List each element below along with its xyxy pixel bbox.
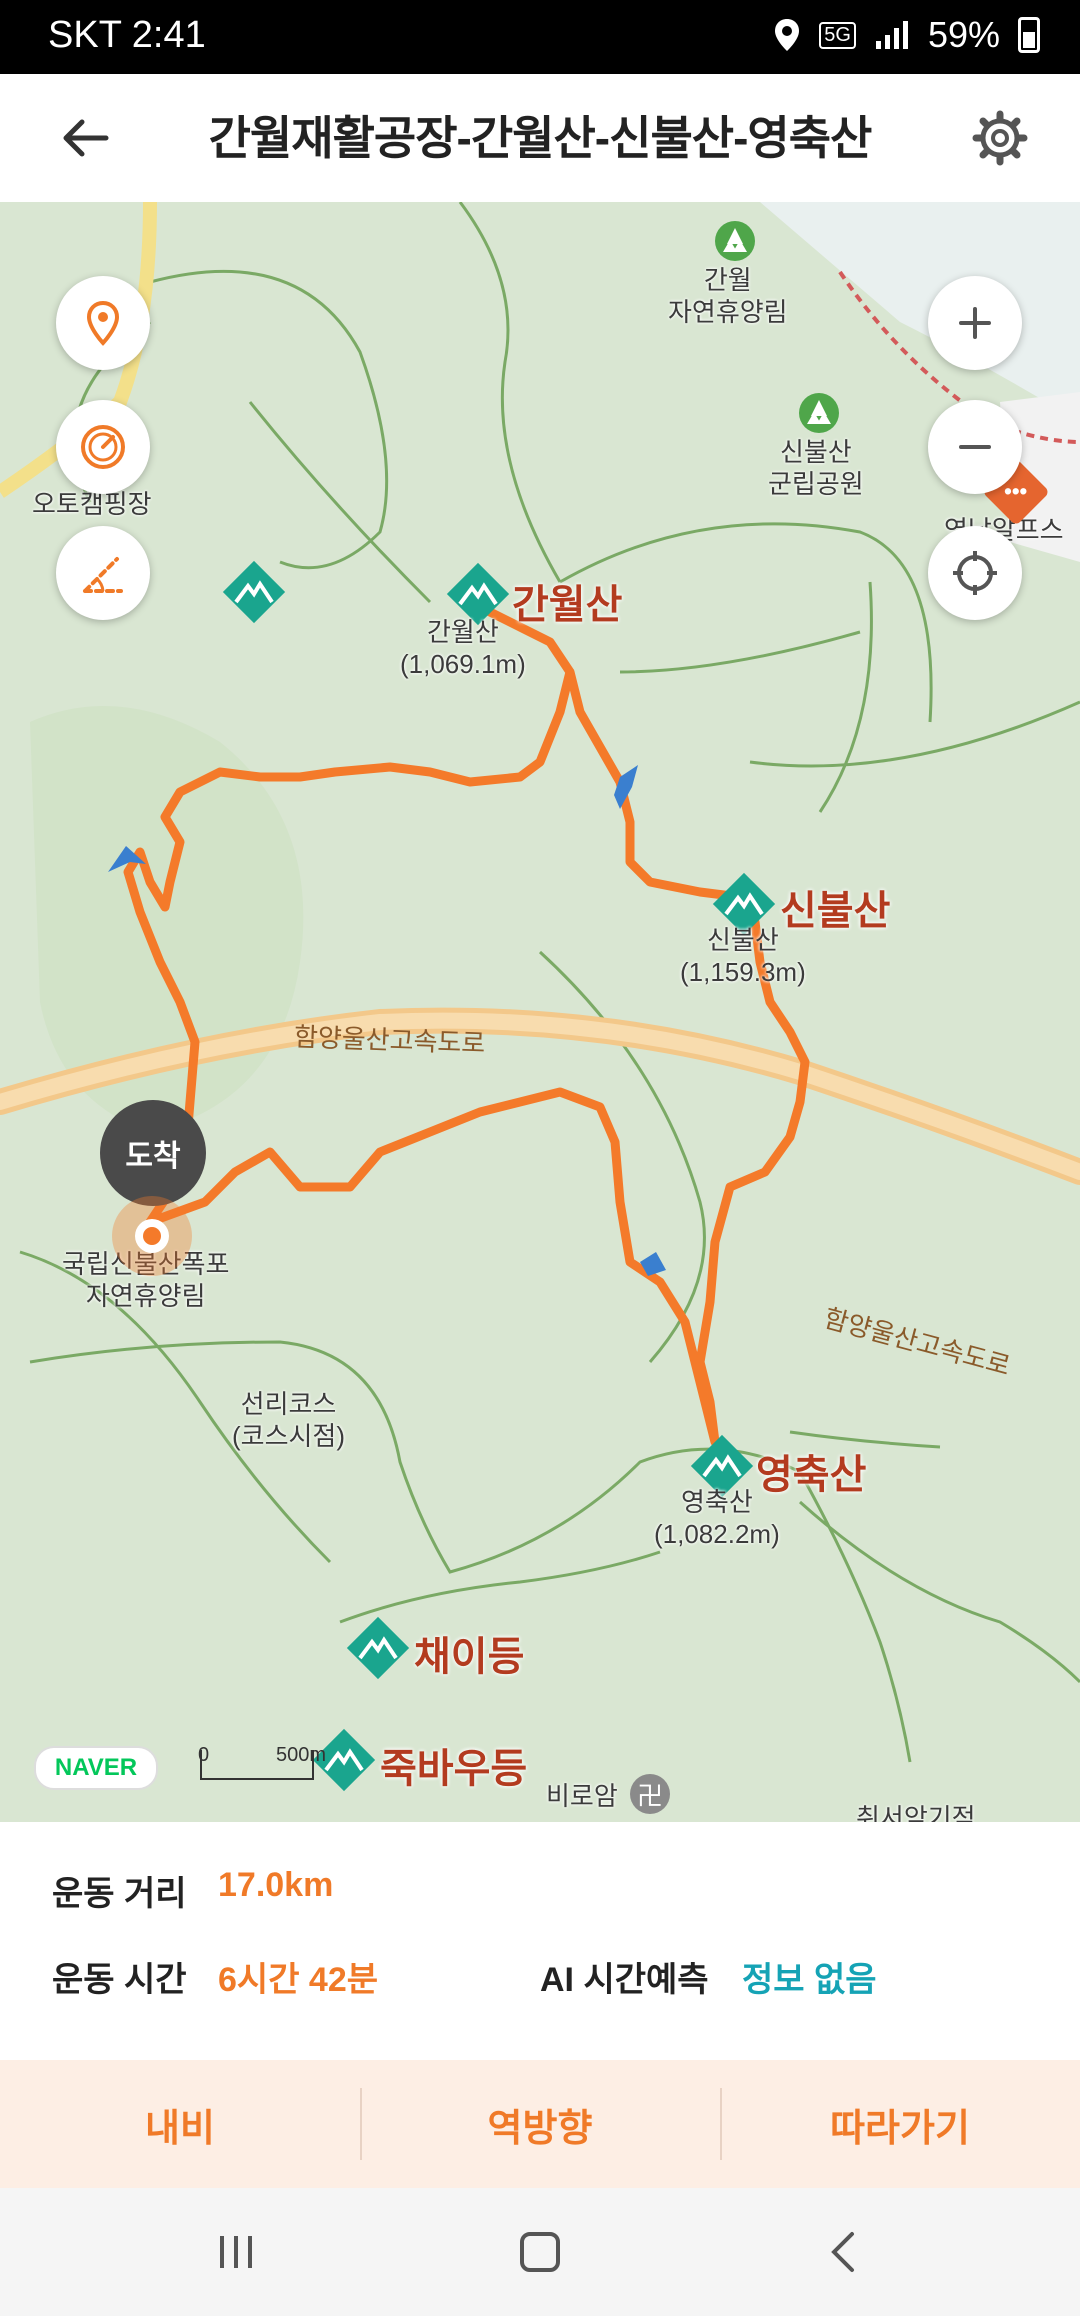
reverse-button[interactable]: 역방향 bbox=[360, 2060, 720, 2188]
speedometer-icon bbox=[81, 425, 125, 469]
peak-sub-sinbulsan: 신불산 (1,159.3m) bbox=[680, 925, 806, 987]
forest-icon bbox=[799, 393, 839, 433]
battery-percent: 59% bbox=[927, 14, 1000, 55]
location-pin-icon bbox=[86, 300, 120, 346]
slope-icon bbox=[83, 557, 123, 593]
forest-icon bbox=[715, 221, 755, 261]
arrival-badge: 도착 bbox=[100, 1100, 206, 1206]
naver-logo: NAVER bbox=[34, 1746, 158, 1790]
time-value: 6시간 42분 bbox=[218, 1961, 379, 1999]
crosshair-icon bbox=[953, 551, 997, 595]
plus-icon bbox=[959, 307, 991, 339]
current-location-button[interactable] bbox=[928, 526, 1022, 620]
arrival-point-icon[interactable] bbox=[112, 1196, 192, 1276]
ai-time-label: AI 시간예측 bbox=[540, 1961, 709, 1999]
mountain-marker-icon[interactable] bbox=[222, 560, 286, 624]
recent-apps-icon[interactable] bbox=[206, 2222, 266, 2282]
place-biroam: 비로암 bbox=[546, 1781, 618, 1811]
back-arrow-icon[interactable] bbox=[56, 108, 116, 168]
battery-icon bbox=[1018, 17, 1040, 53]
network-icon: 5G bbox=[819, 21, 856, 49]
system-nav-bar bbox=[0, 2188, 1080, 2316]
place-ganwol-forest: 간월 자연휴양림 bbox=[668, 265, 788, 327]
signal-icon bbox=[875, 21, 908, 49]
speedometer-button[interactable] bbox=[56, 400, 150, 494]
map-view[interactable]: 간월산 간월산 (1,069.1m) 신불산 신불산 (1,159.3m) 영축산 … bbox=[0, 202, 1080, 1822]
status-bar: SKT 2:41 5G 59% bbox=[0, 0, 1080, 74]
elevation-button[interactable] bbox=[56, 526, 150, 620]
location-icon bbox=[775, 19, 800, 51]
back-icon[interactable] bbox=[814, 2222, 874, 2282]
minus-icon bbox=[959, 445, 991, 449]
ai-time-value: 정보 없음 bbox=[742, 1961, 877, 1999]
place-sunri-course: 선리코스 (코스시점) bbox=[232, 1389, 345, 1451]
distance-value: 17.0km bbox=[218, 1866, 334, 1904]
app-header: 간월재활공장-간월산-신불산-영축산 bbox=[0, 74, 1080, 204]
distance-label: 운동 거리 bbox=[52, 1875, 187, 1913]
zoom-in-button[interactable] bbox=[928, 276, 1022, 370]
temple-icon: 卍 bbox=[630, 1774, 670, 1814]
time-label: 운동 시간 bbox=[52, 1961, 187, 1999]
zoom-out-button[interactable] bbox=[928, 400, 1022, 494]
map-canvas bbox=[0, 202, 1080, 1763]
gear-icon[interactable] bbox=[970, 108, 1030, 168]
map-scale-bar: 0 500m bbox=[198, 1744, 326, 1780]
peak-sub-yeongchuksan: 영축산 (1,082.2m) bbox=[654, 1487, 780, 1549]
page-title: 간월재활공장-간월산-신불산-영축산 bbox=[208, 112, 873, 164]
home-icon[interactable] bbox=[510, 2222, 570, 2282]
peak-label-ganwolsan: 간월산 bbox=[512, 583, 623, 627]
mountain-marker-icon[interactable] bbox=[346, 1616, 410, 1680]
my-location-pin-button[interactable] bbox=[56, 276, 150, 370]
carrier-time: SKT 2:41 bbox=[48, 14, 206, 56]
action-bar: 내비 역방향 따라가기 bbox=[0, 2060, 1080, 2188]
route-stats-panel: 운동 거리 17.0km 운동 시간 6시간 42분 AI 시간예측 정보 없음 bbox=[0, 1822, 1080, 2060]
place-sinbul-park: 신불산 군립공원 bbox=[768, 437, 864, 499]
peak-label-jukbaudeung: 죽바우등 bbox=[380, 1747, 528, 1791]
place-chiseo: 취서암기적 bbox=[856, 1803, 976, 1822]
highway-label: 함양울산고속도로 bbox=[293, 1021, 486, 1059]
navi-button[interactable]: 내비 bbox=[0, 2060, 360, 2188]
peak-label-chaeideung: 채이등 bbox=[414, 1635, 525, 1679]
follow-button[interactable]: 따라가기 bbox=[720, 2060, 1080, 2188]
peak-sub-ganwolsan: 간월산 (1,069.1m) bbox=[400, 617, 526, 679]
